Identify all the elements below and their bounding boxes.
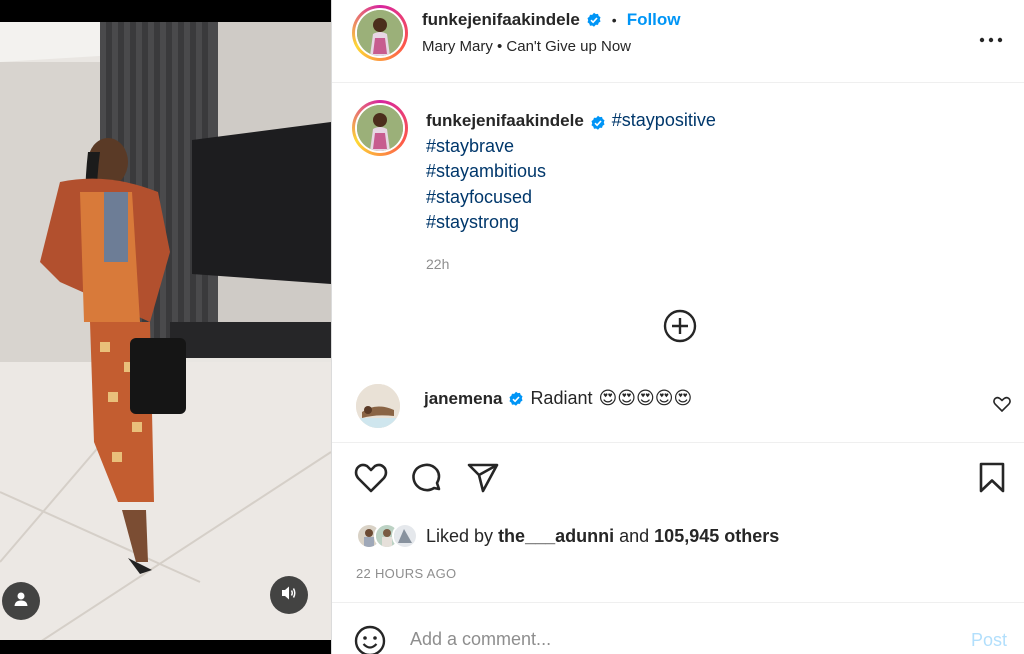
caption-text: funkejenifaakindele #staypositive #stayb…: [426, 108, 716, 236]
caption-timestamp[interactable]: 22h: [426, 256, 449, 272]
hashtag-link[interactable]: #stayambitious: [426, 161, 546, 181]
sound-icon: [280, 584, 298, 607]
likes-conjunction: and: [619, 525, 650, 546]
comment-item: janemena Radiant 😍😍😍😍😍: [332, 384, 1024, 430]
more-options-icon: [979, 30, 1003, 47]
hashtag-link[interactable]: #staypositive: [612, 108, 716, 134]
emoji-picker-button[interactable]: [354, 625, 386, 654]
share-button[interactable]: [466, 462, 500, 499]
verified-badge-icon: [590, 113, 606, 130]
header-user-line: funkejenifaakindele • Follow: [422, 10, 681, 30]
sound-toggle-button[interactable]: [270, 576, 308, 614]
like-comment-button[interactable]: [993, 396, 1011, 417]
hashtag-link[interactable]: #staybrave: [426, 136, 514, 156]
share-icon: [466, 463, 500, 498]
add-comment-bar: Post: [332, 602, 1024, 654]
caption-username[interactable]: funkejenifaakindele: [426, 108, 584, 134]
like-button[interactable]: [354, 462, 388, 499]
post-actions: Liked by the___adunni and 105,945 others…: [332, 442, 1024, 602]
post-comment-button[interactable]: Post: [971, 630, 1007, 651]
comment-body: Radiant: [530, 388, 593, 408]
post-timestamp[interactable]: 22 HOURS AGO: [356, 566, 456, 581]
heart-icon: [354, 463, 388, 498]
likes-summary: Liked by the___adunni and 105,945 others: [356, 523, 779, 549]
save-button[interactable]: [978, 462, 1006, 499]
instagram-post-view: funkejenifaakindele • Follow Mary Mary •…: [0, 0, 1024, 654]
post-media[interactable]: [0, 0, 331, 654]
post-details-panel: funkejenifaakindele • Follow Mary Mary •…: [331, 0, 1024, 654]
likes-count-link[interactable]: 105,945 others: [654, 526, 779, 546]
liker-username[interactable]: the___adunni: [498, 526, 614, 546]
bookmark-icon: [978, 462, 1006, 498]
comment-icon: [410, 463, 444, 498]
likes-text: Liked by the___adunni and 105,945 others: [426, 526, 779, 547]
heart-icon: [993, 396, 1011, 416]
follow-button[interactable]: Follow: [627, 10, 681, 30]
header-separator: •: [611, 12, 617, 28]
author-avatar[interactable]: [352, 5, 408, 61]
author-username[interactable]: funkejenifaakindele: [422, 10, 580, 30]
user-tag-icon: [13, 591, 29, 612]
liker-avatar[interactable]: [392, 523, 418, 549]
audio-track-link[interactable]: Mary Mary • Can't Give up Now: [422, 38, 631, 55]
likes-prefix: Liked by: [426, 525, 494, 546]
user-tag-button[interactable]: [2, 582, 40, 620]
comment-text: janemena Radiant 😍😍😍😍😍: [424, 388, 692, 409]
commenter-avatar[interactable]: [356, 384, 400, 428]
caption-author-avatar[interactable]: [352, 100, 408, 156]
comment-button[interactable]: [410, 462, 444, 499]
verified-badge-icon: [508, 391, 524, 407]
hashtag-link[interactable]: #stayfocused: [426, 187, 532, 207]
load-more-comments-button[interactable]: [663, 309, 697, 348]
commenter-username[interactable]: janemena: [424, 389, 502, 409]
verified-badge-icon: [586, 12, 602, 28]
post-photo: [0, 22, 331, 640]
post-header: funkejenifaakindele • Follow Mary Mary •…: [332, 0, 1024, 83]
emoji-icon: [354, 625, 386, 654]
hashtag-link[interactable]: #staystrong: [426, 212, 519, 232]
comment-emojis: 😍😍😍😍😍: [598, 388, 693, 408]
comment-input[interactable]: [410, 629, 930, 650]
load-more-comments-icon: [663, 309, 697, 347]
more-options-button[interactable]: [979, 30, 1003, 48]
